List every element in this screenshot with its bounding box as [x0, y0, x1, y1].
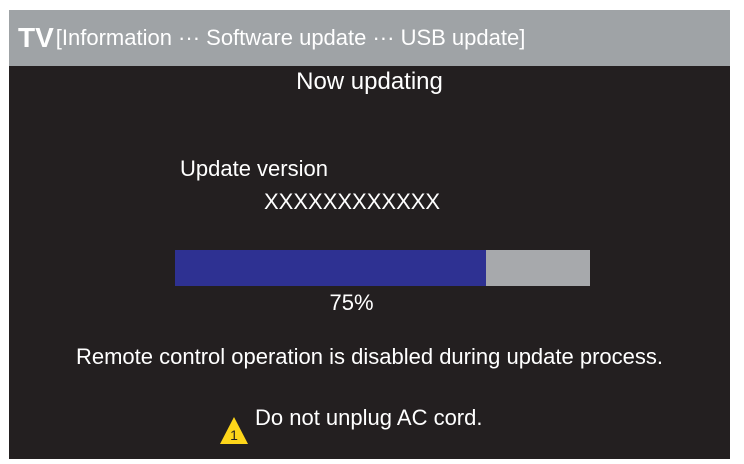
progress-percent-label: 75% — [329, 290, 374, 315]
tv-screen: TV [Information ··· Software update ··· … — [9, 10, 730, 459]
progress-bar-fill — [175, 250, 487, 286]
status-heading: Now updating — [296, 68, 443, 95]
update-version-label: Update version — [180, 156, 328, 181]
warning-text: Do not unplug AC cord. — [255, 405, 483, 430]
warning-triangle-icon: 1 — [219, 415, 253, 447]
menu-breadcrumb: [Information ··· Software update ··· USB… — [55, 25, 526, 50]
remote-disabled-notice: Remote control operation is disabled dur… — [75, 344, 664, 369]
update-version-value: XXXXXXXXXXXX — [264, 189, 441, 214]
tv-brand-label: TV — [18, 22, 54, 53]
title-bar: TV [Information ··· Software update ··· … — [9, 10, 730, 66]
progress-bar — [175, 250, 590, 286]
warning-icon-number: 1 — [230, 427, 238, 443]
warning-message: 1 Do not unplug AC cord. — [219, 405, 482, 447]
